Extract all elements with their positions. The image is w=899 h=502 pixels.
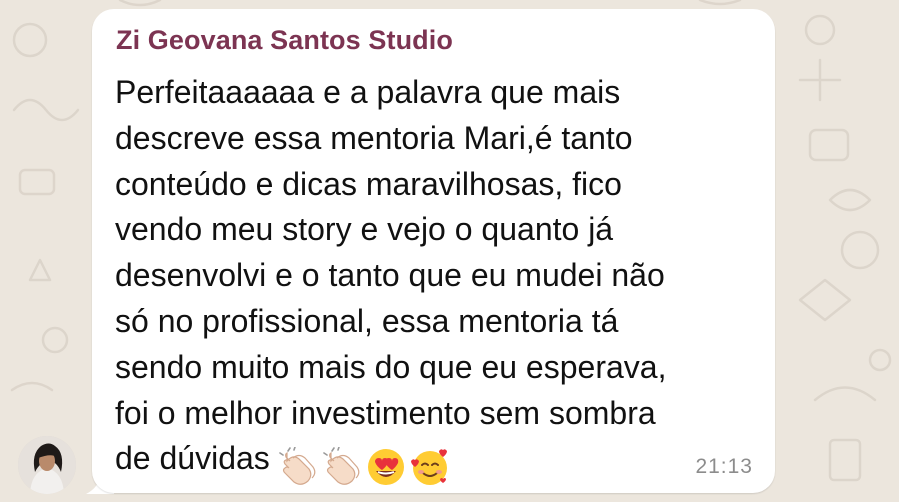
message-line: sendo muito mais do que eu esperava, [115, 348, 667, 385]
message-line: descreve essa mentoria Mari,é tanto [115, 119, 633, 156]
message-line: Perfeitaaaaaa e a palavra que mais [115, 74, 621, 110]
message-line: só no profissional, essa mentoria tá [115, 302, 619, 339]
message-line: desenvolvi e o tanto que eu mudei não [115, 257, 665, 294]
smiling-face-with-hearts-icon [410, 449, 447, 485]
emoji-row [278, 442, 454, 488]
sender-avatar[interactable] [18, 436, 76, 494]
message-line: conteúdo e dicas maravilhosas, fico [115, 165, 622, 202]
clapping-hands-icon [322, 446, 360, 485]
message-line-last: de dúvidas [115, 436, 755, 488]
message-line: vendo meu story e vejo o quanto já [115, 211, 614, 248]
message-line: de dúvidas [115, 440, 270, 477]
avatar-photo [18, 436, 76, 494]
heart-eyes-face-icon [367, 448, 404, 485]
message-text: Perfeitaaaaaa e a palavra que mais descr… [115, 70, 755, 488]
sender-name[interactable]: Zi Geovana Santos Studio [116, 25, 453, 56]
message-bubble[interactable]: Zi Geovana Santos Studio Perfeitaaaaaa e… [92, 9, 775, 493]
message-line: foi o melhor investimento sem sombra [115, 394, 656, 431]
clapping-hands-icon [278, 446, 316, 485]
message-timestamp: 21:13 [695, 455, 753, 478]
